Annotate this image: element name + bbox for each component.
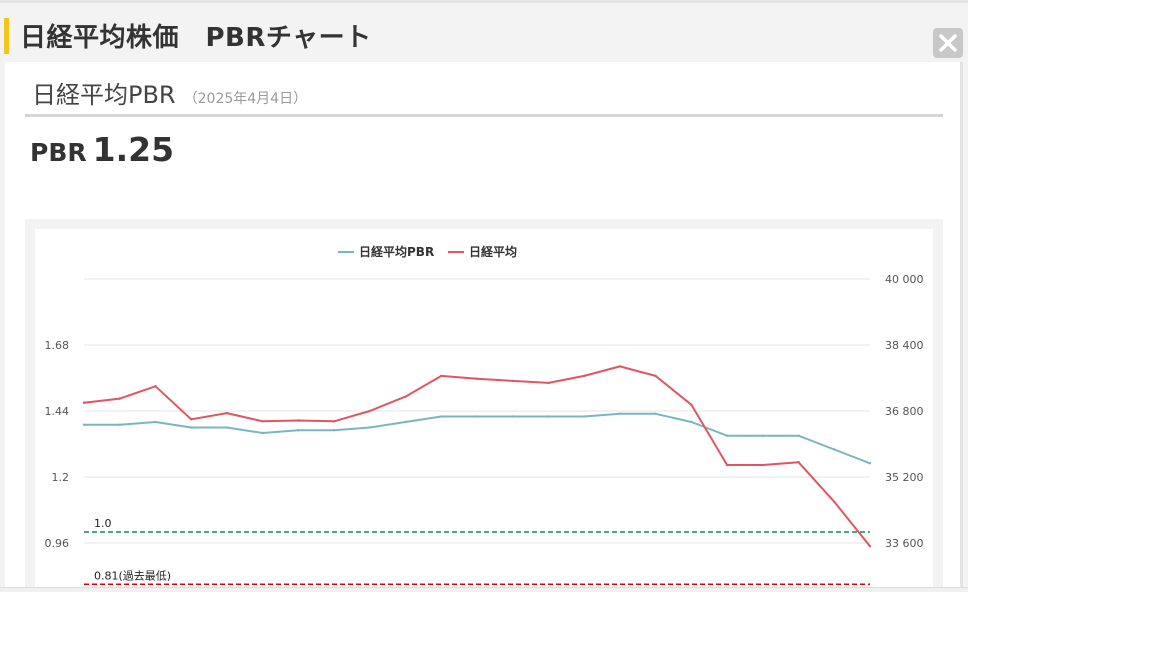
data-point	[868, 545, 872, 548]
series-line-0	[84, 412, 871, 465]
chart-area: 40 000 38 400 36 800 35 200 33 600 1.68 1.44 1.…	[35, 229, 933, 592]
right-axis-tick-label: 35 200	[885, 471, 924, 484]
data-point	[261, 431, 264, 435]
pbr-line-chart: 40 000 38 400 36 800 35 200 33 600 1.68 1.44 1.…	[45, 244, 924, 586]
data-point	[297, 419, 300, 422]
reference-line-label: 0.81(過去最低)	[94, 569, 171, 582]
reference-line-label: 1.0	[94, 517, 112, 530]
pbr-readout: PBR 1.25	[30, 130, 174, 169]
data-point	[833, 500, 836, 503]
dialog-header: 日経平均株価 PBRチャート	[0, 0, 968, 62]
dialog-content: 日経平均PBR （2025年4月4日） PBR 1.25 40 000 38 400 3…	[5, 62, 963, 592]
data-point	[725, 463, 729, 467]
section-title: 日経平均PBR	[32, 81, 176, 109]
data-point	[797, 434, 800, 437]
pbr-number: 1.25	[92, 130, 175, 169]
data-point	[618, 365, 622, 368]
data-point	[475, 377, 479, 381]
data-point	[761, 434, 765, 437]
data-point	[118, 423, 121, 426]
data-point	[368, 409, 372, 413]
data-point	[404, 395, 407, 398]
data-point	[582, 374, 586, 378]
data-point	[82, 401, 86, 404]
data-point	[189, 426, 193, 429]
left-axis-tick-label: 1.68	[45, 339, 70, 352]
data-point	[833, 448, 836, 451]
data-point	[297, 429, 300, 432]
data-point	[547, 415, 550, 418]
data-point	[332, 429, 336, 432]
data-point	[690, 403, 693, 407]
pbr-chart-dialog: 日経平均株価 PBRチャート 日経平均PBR （2025年4月4日） PBR 1.2…	[0, 0, 968, 592]
data-point	[582, 415, 586, 418]
data-point	[475, 415, 479, 418]
data-point	[511, 379, 514, 383]
section-heading: 日経平均PBR （2025年4月4日）	[32, 75, 307, 110]
data-point	[654, 374, 657, 378]
data-point	[368, 426, 372, 429]
pbr-label: PBR	[30, 138, 87, 167]
header-accent-bar	[4, 18, 9, 54]
legend-label-1: 日経平均	[469, 244, 517, 259]
data-point	[82, 423, 86, 426]
data-point	[725, 434, 729, 437]
right-axis-tick-label: 33 600	[885, 537, 924, 550]
data-point	[618, 412, 622, 415]
close-x-icon	[939, 34, 957, 52]
data-point	[154, 385, 157, 388]
dialog-title: 日経平均株価 PBRチャート	[20, 23, 372, 53]
right-axis-tick-label: 36 800	[885, 405, 924, 418]
close-button[interactable]	[933, 28, 963, 58]
data-point	[189, 418, 193, 421]
data-point	[261, 420, 264, 423]
data-point	[118, 397, 121, 400]
right-axis-tick-label: 40 000	[885, 273, 924, 286]
data-point	[797, 460, 800, 464]
data-point	[761, 463, 765, 467]
data-point	[225, 426, 229, 429]
data-point	[868, 462, 872, 465]
data-point	[511, 415, 514, 418]
data-point	[547, 381, 550, 385]
chart-frame: 40 000 38 400 36 800 35 200 33 600 1.68 1.44 1.…	[25, 219, 943, 592]
data-point	[225, 411, 229, 415]
section-date: （2025年4月4日）	[183, 91, 308, 107]
heading-divider	[25, 114, 943, 117]
series-line-1	[83, 365, 871, 547]
data-point	[154, 420, 157, 424]
left-axis-tick-label: 1.44	[45, 405, 70, 418]
legend-label-0: 日経平均PBR	[359, 244, 434, 259]
data-point	[404, 420, 407, 424]
left-axis-tick-label: 1.2	[52, 471, 70, 484]
data-point	[440, 415, 443, 418]
data-point	[690, 420, 693, 424]
data-point	[440, 374, 443, 378]
right-axis-tick-label: 38 400	[885, 339, 924, 352]
dialog-bottom-edge	[0, 587, 968, 592]
left-axis-tick-label: 0.96	[45, 537, 70, 550]
data-point	[332, 420, 336, 423]
data-point	[654, 412, 657, 415]
